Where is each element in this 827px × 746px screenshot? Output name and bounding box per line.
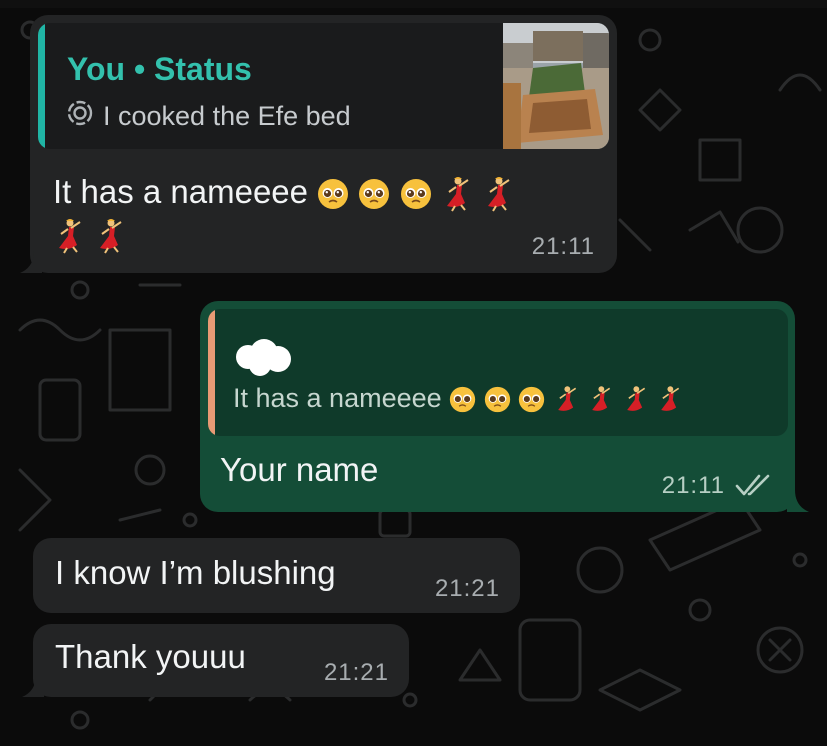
message-text: Your name <box>220 451 379 488</box>
message-incoming-status-reply[interactable]: You • Status I cooked the Efe bed It has… <box>30 15 617 273</box>
pleading-face-emoji <box>400 179 431 210</box>
message-outgoing-reply[interactable]: It has a nameeee Your name 21:11 <box>200 301 795 512</box>
quote-author: You <box>67 51 126 87</box>
dancer-emoji <box>59 219 81 254</box>
message-time: 21:11 <box>531 233 595 260</box>
quote-accent-bar <box>208 309 215 436</box>
message-incoming[interactable]: I know I’m blushing 21:21 <box>33 538 520 613</box>
dancer-emoji <box>661 386 680 411</box>
quote-title: You • Status <box>67 51 252 88</box>
quoted-status[interactable]: You • Status I cooked the Efe bed <box>38 23 609 149</box>
dancer-emoji <box>446 177 469 212</box>
dancer-emoji <box>487 177 510 212</box>
dancer-emoji <box>100 219 122 254</box>
quote-separator: • <box>133 51 146 87</box>
bubble-tail <box>22 675 44 697</box>
message-text: I know I’m blushing <box>55 554 336 591</box>
dancer-emoji <box>557 386 576 411</box>
pleading-face-emoji <box>318 179 349 210</box>
message-time: 21:21 <box>323 659 389 686</box>
pleading-face-emoji <box>450 387 476 413</box>
message-time: 21:11 <box>661 472 725 499</box>
pleading-face-emoji <box>484 387 510 413</box>
message-text-value: It has a nameeee <box>53 173 309 210</box>
bubble-tail <box>787 490 809 512</box>
message-time: 21:21 <box>434 575 500 602</box>
quoted-message[interactable]: It has a nameeee <box>208 309 788 436</box>
dancer-emoji <box>592 386 611 411</box>
message-text: It has a nameeee <box>53 171 603 255</box>
message-incoming[interactable]: Thank youuu 21:21 <box>33 624 409 697</box>
quote-text: It has a nameeee <box>233 383 683 415</box>
status-ring-icon <box>66 99 94 134</box>
redaction-blob <box>236 339 291 376</box>
quote-text-value: It has a nameeee <box>233 383 442 413</box>
quote-status-line: I cooked the Efe bed <box>66 99 351 134</box>
bubble-tail <box>20 251 42 273</box>
pleading-face-emoji <box>519 387 545 413</box>
quote-type: Status <box>154 51 252 87</box>
message-text: Thank youuu <box>55 638 246 675</box>
quote-status-text: I cooked the Efe bed <box>103 101 351 131</box>
double-check-icon <box>735 474 770 496</box>
status-thumbnail[interactable] <box>503 23 609 149</box>
dancer-emoji <box>626 386 645 411</box>
quote-accent-bar <box>38 23 45 149</box>
pleading-face-emoji <box>359 179 390 210</box>
